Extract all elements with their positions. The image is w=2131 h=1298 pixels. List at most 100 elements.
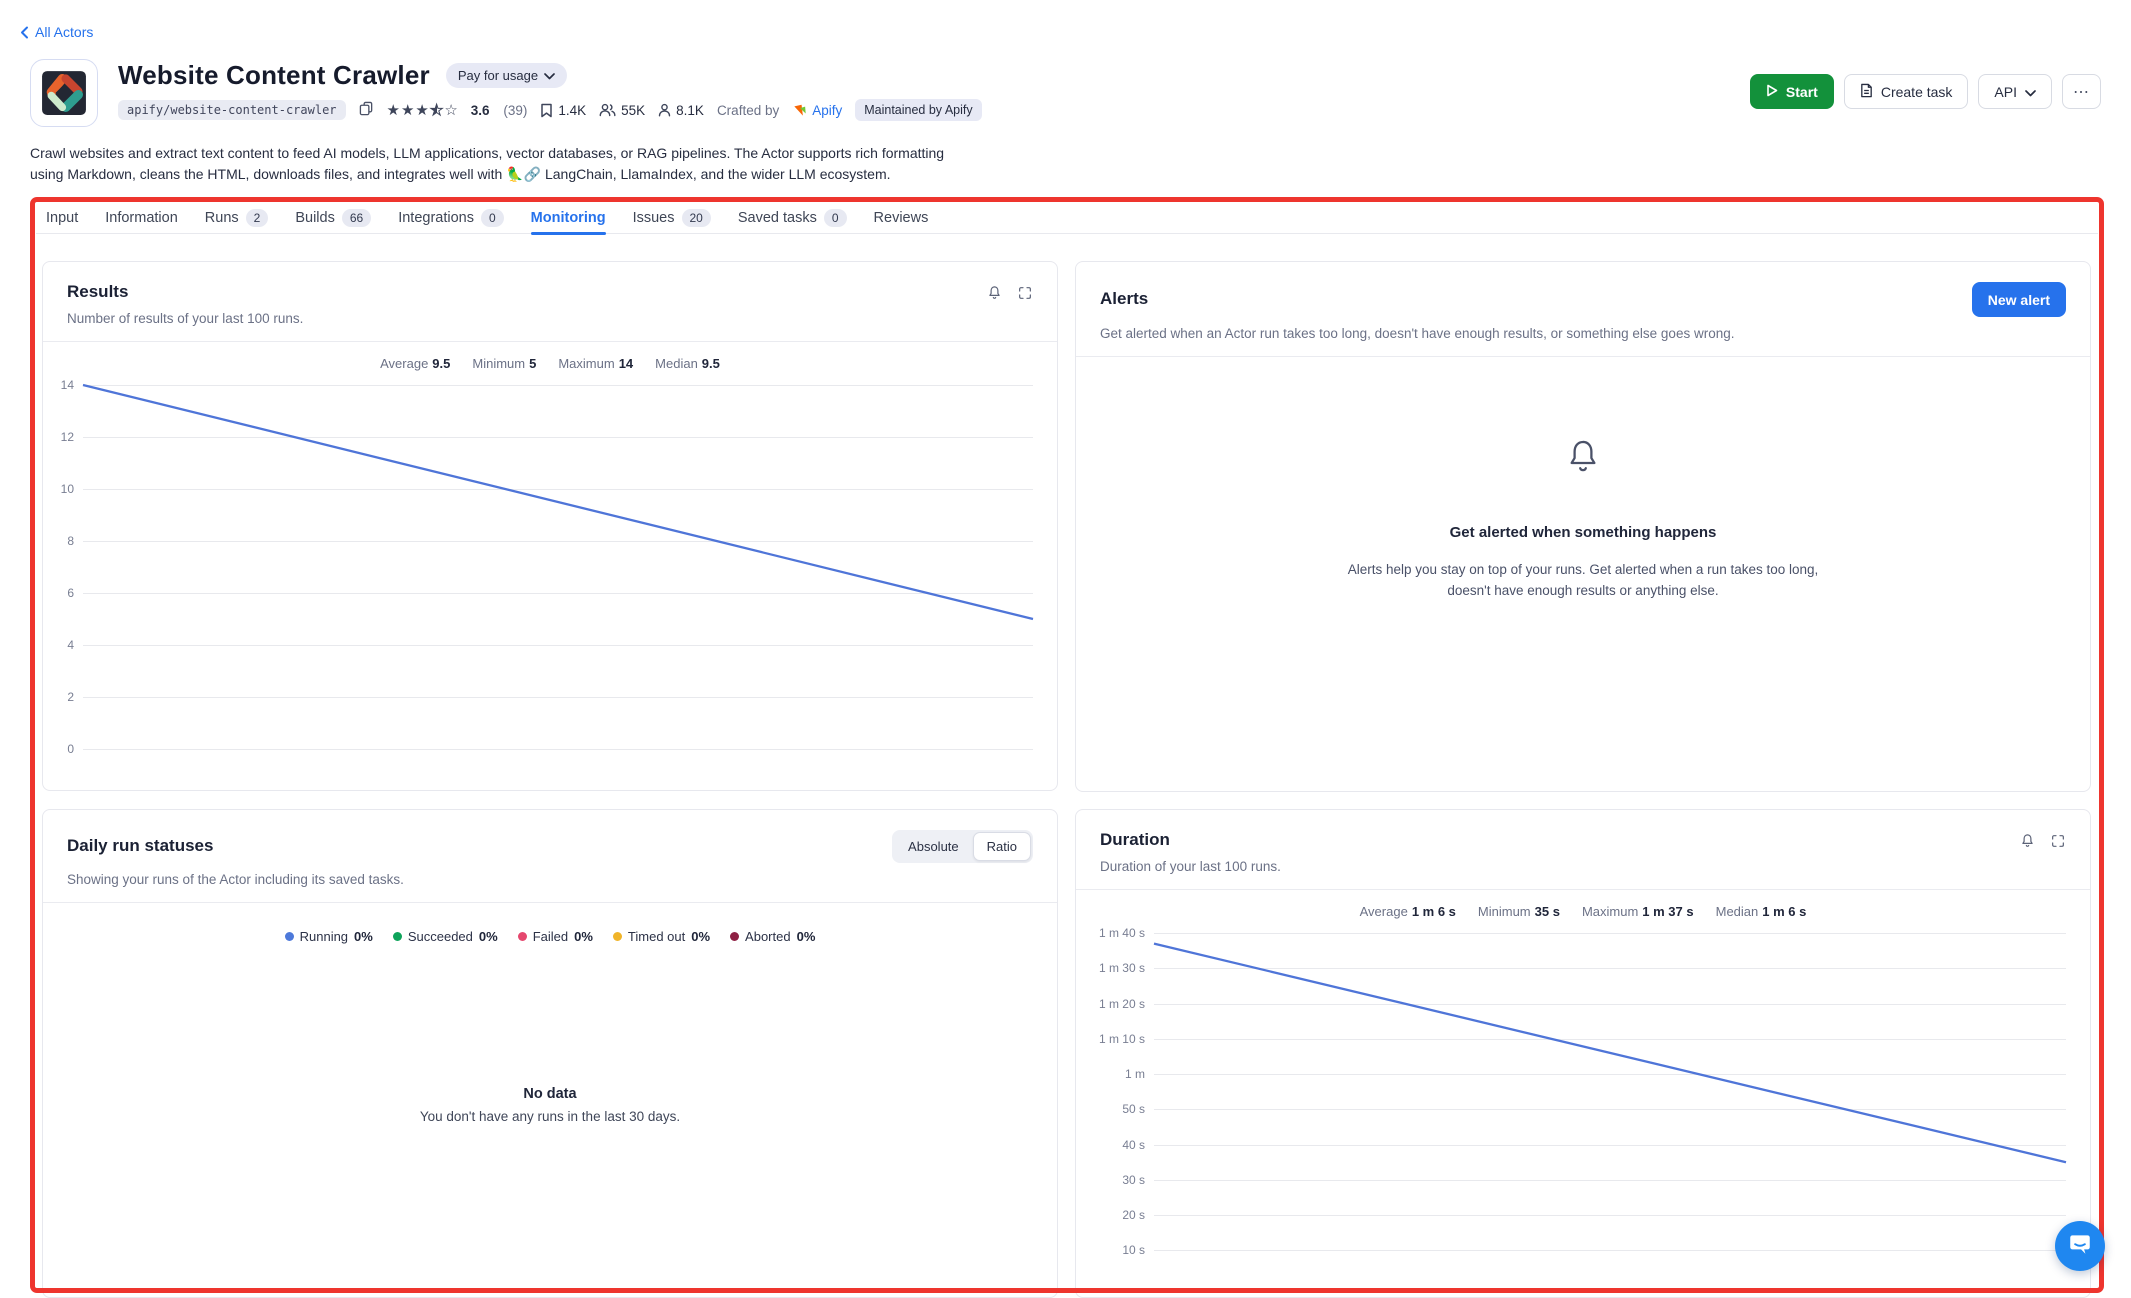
expand-icon[interactable] (2050, 833, 2066, 849)
divider (43, 902, 1057, 903)
actor-logo-image (37, 66, 91, 120)
y-tick-label: 30 s (1122, 1173, 1145, 1187)
tab-runs[interactable]: Runs2 (205, 202, 269, 234)
start-button[interactable]: Start (1750, 74, 1834, 109)
maintained-badge: Maintained by Apify (855, 99, 981, 121)
crafted-by-link[interactable]: Apify (792, 103, 842, 118)
absolute-ratio-toggle: Absolute Ratio (892, 830, 1033, 863)
tab-integrations[interactable]: Integrations0 (398, 202, 503, 234)
status-legend: Running0% Succeeded0% Failed0% Timed out… (43, 929, 1057, 944)
toggle-absolute[interactable]: Absolute (894, 832, 973, 861)
alerts-title: Alerts (1100, 289, 1148, 309)
y-tick-label: 1 m 10 s (1099, 1032, 1145, 1046)
person-icon (658, 103, 671, 117)
y-tick-label: 10 (61, 482, 74, 496)
tab-information[interactable]: Information (105, 202, 178, 234)
bell-icon-large (1562, 435, 1604, 484)
y-tick-label: 2 (67, 690, 74, 704)
users-icon (599, 103, 616, 117)
y-tick-label: 12 (61, 430, 74, 444)
tab-reviews[interactable]: Reviews (874, 202, 929, 234)
toggle-ratio[interactable]: Ratio (973, 832, 1031, 861)
actor-description: Crawl websites and extract text content … (30, 143, 980, 185)
alerts-panel: Alerts New alert Get alerted when an Act… (1075, 261, 2091, 792)
star-icon: ★ (401, 103, 414, 118)
tab-input[interactable]: Input (46, 202, 78, 234)
legend-dot (730, 932, 739, 941)
star-half-icon: ★★ (430, 103, 443, 118)
y-tick-label: 0 (67, 742, 74, 756)
alerts-empty-state: Get alerted when something happens Alert… (1076, 435, 2090, 601)
play-icon (1766, 84, 1778, 100)
breadcrumb[interactable]: All Actors (20, 24, 93, 40)
chevron-down-icon (544, 68, 555, 83)
legend-timed-out: Timed out0% (613, 929, 710, 944)
no-data-message: No data You don't have any runs in the l… (43, 1086, 1057, 1124)
y-tick-label: 4 (67, 638, 74, 652)
apify-logo-icon (792, 103, 807, 118)
copy-icon[interactable] (359, 101, 374, 119)
duration-title: Duration (1100, 830, 1170, 850)
y-tick-label: 20 s (1122, 1208, 1145, 1222)
tab-builds[interactable]: Builds66 (295, 202, 371, 234)
statuses-title: Daily run statuses (67, 836, 213, 856)
chat-launcher-button[interactable] (2055, 1221, 2105, 1271)
daily-run-statuses-panel: Daily run statuses Absolute Ratio Showin… (42, 809, 1058, 1298)
legend-dot (285, 932, 294, 941)
more-actions-button[interactable]: ⋯ (2062, 74, 2101, 109)
tab-badge: 0 (481, 209, 504, 227)
duration-line-chart: 1 m 40 s1 m 30 s1 m 20 s1 m 10 s1 m50 s4… (1154, 933, 2066, 1268)
legend-succeeded: Succeeded0% (393, 929, 498, 944)
y-tick-label: 10 s (1122, 1243, 1145, 1257)
duration-stats: Average1 m 6 s Minimum35 s Maximum1 m 37… (1076, 904, 2090, 919)
gridline (83, 749, 1033, 750)
bookmark-count: 1.4K (540, 103, 586, 118)
pricing-badge[interactable]: Pay for usage (446, 63, 567, 88)
tab-badge: 20 (682, 209, 711, 227)
legend-failed: Failed0% (518, 929, 593, 944)
actor-logo (30, 59, 98, 127)
bell-icon[interactable] (986, 284, 1003, 302)
star-outline-icon: ☆ (444, 103, 457, 118)
y-tick-label: 14 (61, 378, 74, 392)
actor-id-pill[interactable]: apify/website-content-crawler (118, 100, 346, 120)
monthly-users-count: 8.1K (658, 103, 704, 118)
tab-monitoring[interactable]: Monitoring (531, 202, 606, 234)
y-tick-label: 40 s (1122, 1138, 1145, 1152)
results-title: Results (67, 282, 128, 302)
chevron-left-icon (20, 26, 29, 39)
legend-dot (393, 932, 402, 941)
tab-bar: Input Information Runs2 Builds66 Integra… (36, 202, 2098, 234)
create-task-button[interactable]: Create task (1844, 74, 1969, 109)
legend-dot (518, 932, 527, 941)
tab-issues[interactable]: Issues20 (633, 202, 711, 234)
results-subtitle: Number of results of your last 100 runs. (43, 311, 1057, 326)
breadcrumb-label: All Actors (35, 24, 93, 40)
statuses-subtitle: Showing your runs of the Actor including… (43, 872, 1057, 887)
expand-icon[interactable] (1017, 285, 1033, 301)
y-tick-label: 1 m 30 s (1099, 961, 1145, 975)
ellipsis-icon: ⋯ (2073, 82, 2090, 102)
y-tick-label: 8 (67, 534, 74, 548)
bell-icon[interactable] (2019, 832, 2036, 850)
total-users-count: 55K (599, 103, 645, 118)
api-button[interactable]: API (1978, 74, 2052, 109)
star-icon: ★ (387, 103, 400, 118)
y-tick-label: 50 s (1122, 1102, 1145, 1116)
y-tick-label: 1 m 40 s (1099, 926, 1145, 940)
y-tick-label: 1 m (1125, 1067, 1145, 1081)
rating-count: (39) (503, 103, 527, 118)
star-icon: ★ (415, 103, 428, 118)
chat-bubble-icon (2067, 1231, 2093, 1262)
chevron-down-icon (2025, 84, 2036, 100)
tab-badge: 0 (824, 209, 847, 227)
legend-dot (613, 932, 622, 941)
bookmark-icon (540, 103, 553, 118)
y-tick-label: 1 m 20 s (1099, 997, 1145, 1011)
duration-subtitle: Duration of your last 100 runs. (1076, 859, 2090, 874)
duration-panel: Duration Duration of your last 100 runs.… (1075, 809, 2091, 1298)
tab-saved-tasks[interactable]: Saved tasks0 (738, 202, 847, 234)
y-tick-label: 6 (67, 586, 74, 600)
apify-actor-monitoring-page: All Actors Website Content Crawler Pay f… (0, 0, 2131, 1298)
new-alert-button[interactable]: New alert (1972, 282, 2066, 317)
